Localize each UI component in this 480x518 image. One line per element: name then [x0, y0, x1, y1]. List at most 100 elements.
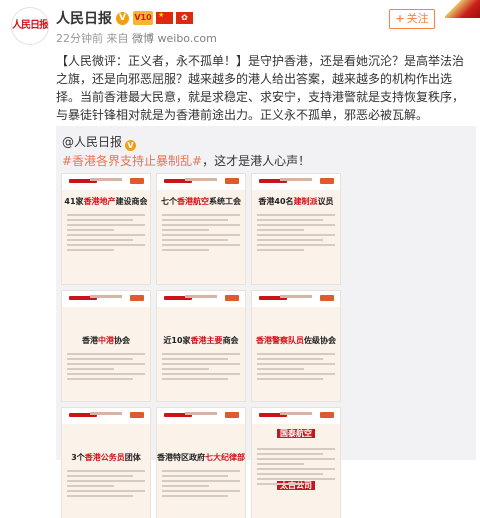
thumbnail-body [162, 353, 240, 383]
thumbnail-text-line [257, 448, 335, 450]
china-flag-icon[interactable] [156, 11, 173, 24]
thumbnail-title: 香港中港协会 [82, 336, 130, 345]
thumbnail-header [62, 291, 150, 307]
thumbnail-text-line [257, 358, 324, 360]
thumbnail-text-line [257, 224, 335, 226]
thumbnail-text-line [67, 470, 145, 472]
plus-icon: + [395, 12, 405, 25]
thumbnail-mark [225, 412, 239, 418]
image-thumbnail[interactable]: 香港中港协会 [62, 291, 150, 401]
thumbnail-text-line [257, 453, 324, 455]
thumbnail-text-line [67, 368, 114, 370]
post-header: 人民日报 人民日报 V V10 ✿ 22分钟前 来自 微博 weibo.com … [0, 0, 480, 50]
thumbnail-text-line [162, 224, 240, 226]
post-text: 【人民微评：正义者，永不孤单！】是守护香港，还是看她沉沦？是高举法治之旗，还是向… [56, 54, 465, 122]
follow-label: 关注 [406, 12, 429, 25]
thumbnail-mark [90, 178, 122, 181]
hk-flag-icon[interactable]: ✿ [176, 12, 193, 24]
thumbnail-text-line [67, 475, 134, 477]
repost-text-body: ，这才是港人心声！ [202, 154, 311, 168]
thumbnail-text-line [162, 229, 209, 231]
thumbnail-text-line [162, 353, 240, 355]
thumbnail-text-line [162, 239, 229, 241]
thumbnail-header [157, 408, 245, 424]
from-label: 来自 [106, 32, 129, 45]
thumbnail-text-line [257, 363, 335, 365]
thumbnail-text-line [257, 249, 304, 251]
thumbnail-text-line [67, 480, 145, 482]
thumbnail-text-line [67, 229, 114, 231]
thumbnail-text-line [257, 378, 324, 380]
thumbnail-text-line [257, 368, 304, 370]
thumbnail-text-line [162, 358, 229, 360]
follow-button[interactable]: + 关注 [389, 9, 435, 29]
thumbnail-mark [320, 412, 334, 418]
image-thumbnail[interactable]: 41家香港地产建设商会 [62, 174, 150, 284]
thumbnail-text-line [67, 378, 134, 380]
thumbnail-text-line [257, 244, 335, 246]
verified-icon[interactable]: V [125, 140, 137, 151]
post-meta: 22分钟前 来自 微博 weibo.com [56, 30, 217, 46]
thumbnail-text-line [67, 485, 114, 487]
image-thumbnail[interactable]: 近10家香港主要商会 [157, 291, 245, 401]
avatar-logo: 人民日报 [12, 20, 48, 31]
image-thumbnail[interactable]: 3个香港公务员团体 [62, 408, 150, 518]
thumbnail-mark [280, 412, 312, 415]
image-thumbnail[interactable]: 香港警察队员佐级协会 [252, 291, 340, 401]
thumbnail-title: 香港特区政府七大纪律部队首长 [157, 453, 245, 462]
thumbnail-mark [130, 178, 144, 184]
image-thumbnail[interactable]: 国泰航空 太古公司 [252, 408, 340, 518]
thumbnail-text-line [257, 229, 304, 231]
user-line: 人民日报 V V10 ✿ [56, 8, 193, 28]
vip-badge-icon[interactable]: V10 [133, 11, 153, 25]
thumbnail-text-line [162, 363, 240, 365]
post-time[interactable]: 22分钟前 [56, 32, 103, 45]
thumbnail-title: 国泰航空 [252, 428, 340, 440]
thumbnail-mark [280, 178, 312, 181]
username-link[interactable]: 人民日报 [56, 8, 112, 28]
thumbnail-text-line [162, 219, 229, 221]
thumbnail-text-line [162, 490, 240, 492]
thumbnail-title: 七个香港航空系统工会 [161, 197, 241, 206]
thumbnail-text-line [67, 358, 134, 360]
thumbnail-text-line [257, 483, 304, 485]
thumbnail-body [162, 214, 240, 254]
thumbnail-mark [320, 178, 334, 184]
image-thumbnail[interactable]: 七个香港航空系统工会 [157, 174, 245, 284]
thumbnail-text-line [67, 490, 145, 492]
thumbnail-title: 41家香港地产建设商会 [64, 197, 148, 206]
thumbnail-text-line [67, 495, 134, 497]
verified-icon[interactable]: V [116, 11, 129, 25]
thumbnail-text-line [257, 468, 335, 470]
thumbnail-mark [225, 295, 239, 301]
thumbnail-text-line [162, 470, 240, 472]
repost-author-link[interactable]: @人民日报 [62, 135, 122, 149]
thumbnail-text-line [162, 373, 240, 375]
thumbnail-text-line [67, 224, 145, 226]
thumbnail-text-line [257, 353, 335, 355]
thumbnail-text-line [257, 234, 335, 236]
image-thumbnail[interactable]: 香港40名建制派议员 [252, 174, 340, 284]
thumbnail-header [62, 174, 150, 190]
thumbnail-body [257, 448, 335, 488]
thumbnail-text-line [67, 249, 114, 251]
image-thumbnail[interactable]: 香港特区政府七大纪律部队首长 [157, 408, 245, 518]
thumbnail-text-line [67, 234, 145, 236]
post-source[interactable]: 微博 weibo.com [132, 32, 217, 45]
thumbnail-header [252, 174, 340, 190]
thumbnail-text-line [162, 485, 209, 487]
repost-box: @人民日报 V #香港各界支持止暴制乱#，这才是港人心声！ 41家香港地产建设商会… [56, 126, 476, 518]
thumbnail-title: 近10家香港主要商会 [163, 336, 239, 345]
thumbnail-body [67, 470, 145, 500]
thumbnail-text-line [67, 239, 134, 241]
thumbnail-header [252, 408, 340, 424]
thumbnail-text-line [162, 495, 229, 497]
thumbnail-title: 香港40名建制派议员 [258, 197, 334, 206]
thumbnail-text-line [162, 480, 240, 482]
repost-text: #香港各界支持止暴制乱#，这才是港人心声！ [62, 152, 310, 169]
thumbnail-mark [225, 178, 239, 184]
hashtag-link[interactable]: #香港各界支持止暴制乱# [62, 154, 202, 168]
thumbnail-mark [130, 412, 144, 418]
thumbnail-text-line [67, 373, 145, 375]
avatar[interactable]: 人民日报 [11, 7, 49, 45]
